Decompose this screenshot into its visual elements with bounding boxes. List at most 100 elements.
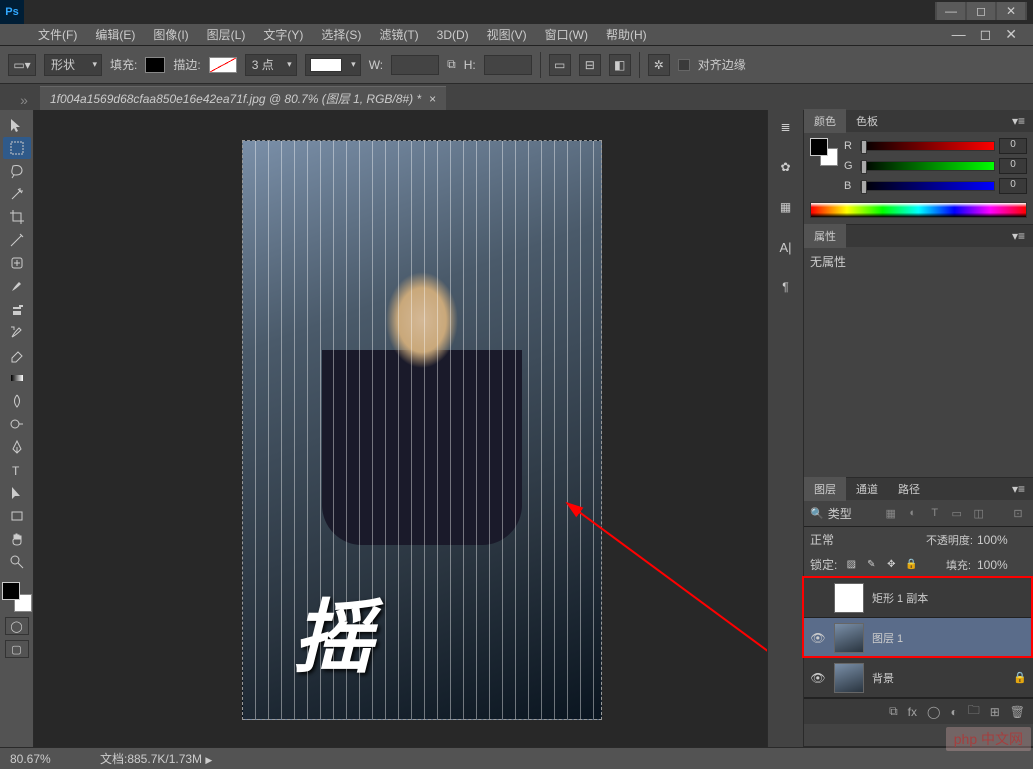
screen-mode-button[interactable]: ▢ — [5, 640, 29, 658]
swatches-tab[interactable]: 色板 — [846, 109, 888, 133]
menu-view[interactable]: 视图(V) — [479, 23, 535, 46]
paths-tab[interactable]: 路径 — [888, 477, 930, 501]
layer-mask-icon[interactable]: ◯ — [927, 705, 940, 719]
filter-smart-icon[interactable]: ◫ — [970, 504, 988, 522]
layer-filter-type-dropdown[interactable]: 类型 — [828, 505, 878, 522]
search-icon[interactable]: 🔍 — [810, 507, 824, 520]
width-input[interactable] — [391, 55, 439, 75]
menu-3d[interactable]: 3D(D) — [429, 25, 477, 45]
adjustment-layer-icon[interactable]: ◐ — [950, 705, 957, 719]
path-operations-button[interactable]: ▭ — [549, 54, 571, 76]
shape-mode-dropdown[interactable]: 形状 — [44, 54, 102, 76]
properties-panel-menu-icon[interactable]: ▾≡ — [1004, 229, 1033, 243]
shape-settings-button[interactable]: ✲ — [648, 54, 670, 76]
layer-row[interactable]: 矩形 1 副本 — [804, 578, 1033, 618]
lock-position-icon[interactable]: ✥ — [883, 558, 899, 572]
link-wh-icon[interactable]: ⧉ — [447, 57, 456, 72]
menu-edit[interactable]: 编辑(E) — [87, 23, 143, 46]
eyedropper-tool[interactable] — [3, 229, 31, 251]
menu-select[interactable]: 选择(S) — [313, 23, 369, 46]
b-slider[interactable] — [860, 181, 995, 191]
zoom-level[interactable]: 80.67% — [10, 752, 80, 766]
window-minimize-icon[interactable]: — — [952, 26, 966, 43]
filter-type-icon[interactable]: T — [926, 504, 944, 522]
marquee-tool[interactable] — [3, 137, 31, 159]
zoom-tool[interactable] — [3, 551, 31, 573]
r-value[interactable]: 0 — [999, 138, 1027, 154]
layer-visibility-icon[interactable]: 👁 — [810, 631, 826, 645]
lock-transparent-icon[interactable]: ▨ — [843, 558, 859, 572]
move-tool[interactable] — [3, 114, 31, 136]
hand-tool[interactable] — [3, 528, 31, 550]
layer-thumbnail[interactable] — [834, 583, 864, 613]
tab-collapse-handle[interactable]: » — [8, 90, 40, 110]
color-spectrum[interactable] — [810, 202, 1027, 218]
menu-file[interactable]: 文件(F) — [30, 23, 85, 46]
properties-tab[interactable]: 属性 — [804, 224, 846, 248]
window-maximize-icon[interactable]: ◻ — [980, 26, 992, 43]
layer-fx-icon[interactable]: fx — [908, 705, 917, 719]
app-close-icon[interactable]: ✕ — [997, 2, 1025, 20]
path-alignment-button[interactable]: ⊟ — [579, 54, 601, 76]
channels-tab[interactable]: 通道 — [846, 477, 888, 501]
g-slider[interactable] — [860, 161, 995, 171]
color-swatches[interactable] — [2, 582, 32, 612]
layers-panel-menu-icon[interactable]: ▾≡ — [1004, 482, 1033, 496]
blend-mode-dropdown[interactable]: 正常 — [810, 531, 922, 548]
clone-stamp-tool[interactable] — [3, 298, 31, 320]
lock-all-icon[interactable]: 🔒 — [903, 558, 919, 572]
fill-color-swatch[interactable] — [145, 57, 165, 73]
opacity-dropdown[interactable]: 100% — [977, 533, 1027, 547]
foreground-color[interactable] — [2, 582, 20, 600]
menu-image[interactable]: 图像(I) — [145, 23, 196, 46]
collapsed-brush-icon[interactable]: ✿ — [773, 156, 799, 178]
lasso-tool[interactable] — [3, 160, 31, 182]
blur-tool[interactable] — [3, 390, 31, 412]
panel-foreground-color[interactable] — [810, 138, 828, 156]
b-value[interactable]: 0 — [999, 178, 1027, 194]
app-minimize-icon[interactable]: — — [937, 2, 965, 20]
window-close-icon[interactable]: ✕ — [1005, 26, 1017, 43]
stroke-color-swatch[interactable] — [209, 57, 237, 73]
path-selection-tool[interactable] — [3, 482, 31, 504]
canvas-area[interactable]: 摇 — [34, 110, 767, 747]
quick-mask-button[interactable]: ◯ — [5, 617, 29, 635]
lock-pixels-icon[interactable]: ✎ — [863, 558, 879, 572]
r-slider[interactable] — [860, 141, 995, 151]
layer-row[interactable]: 👁 图层 1 — [804, 618, 1033, 658]
magic-wand-tool[interactable] — [3, 183, 31, 205]
eraser-tool[interactable] — [3, 344, 31, 366]
layer-visibility-icon[interactable]: 👁 — [810, 671, 826, 685]
layers-tab[interactable]: 图层 — [804, 477, 846, 501]
layer-group-icon[interactable]: 🗀 — [968, 701, 980, 722]
pen-tool[interactable] — [3, 436, 31, 458]
menu-layer[interactable]: 图层(L) — [199, 23, 254, 46]
color-panel-menu-icon[interactable]: ▾≡ — [1004, 114, 1033, 128]
crop-tool[interactable] — [3, 206, 31, 228]
tool-preset-picker[interactable]: ▭▾ — [8, 54, 36, 76]
brush-tool[interactable] — [3, 275, 31, 297]
collapsed-history-icon[interactable]: ≣ — [773, 116, 799, 138]
document-tab-close-icon[interactable]: × — [429, 92, 436, 106]
rectangle-tool[interactable] — [3, 505, 31, 527]
menu-filter[interactable]: 滤镜(T) — [371, 23, 426, 46]
path-arrangement-button[interactable]: ◧ — [609, 54, 631, 76]
link-layers-icon[interactable]: ⧉ — [889, 704, 898, 719]
layer-thumbnail[interactable] — [834, 663, 864, 693]
menu-type[interactable]: 文字(Y) — [255, 23, 311, 46]
layer-name[interactable]: 背景 — [872, 670, 894, 686]
new-layer-icon[interactable]: ⊞ — [990, 705, 1000, 719]
stroke-width-dropdown[interactable]: 3 点 — [245, 54, 297, 76]
menu-window[interactable]: 窗口(W) — [537, 23, 596, 46]
filter-toggle[interactable]: ⊡ — [1009, 504, 1027, 522]
layer-name[interactable]: 图层 1 — [872, 630, 903, 646]
delete-layer-icon[interactable]: 🗑 — [1010, 705, 1025, 719]
menu-help[interactable]: 帮助(H) — [598, 23, 655, 46]
doc-info[interactable]: 文档:885.7K/1.73M ▶ — [100, 750, 212, 767]
color-tab[interactable]: 颜色 — [804, 109, 846, 133]
document-tab[interactable]: 1f004a1569d68cfaa850e16e42ea71f.jpg @ 80… — [40, 86, 446, 110]
gradient-tool[interactable] — [3, 367, 31, 389]
filter-adjustment-icon[interactable]: ◐ — [904, 504, 922, 522]
collapsed-character-icon[interactable]: A| — [773, 236, 799, 258]
type-tool[interactable]: T — [3, 459, 31, 481]
